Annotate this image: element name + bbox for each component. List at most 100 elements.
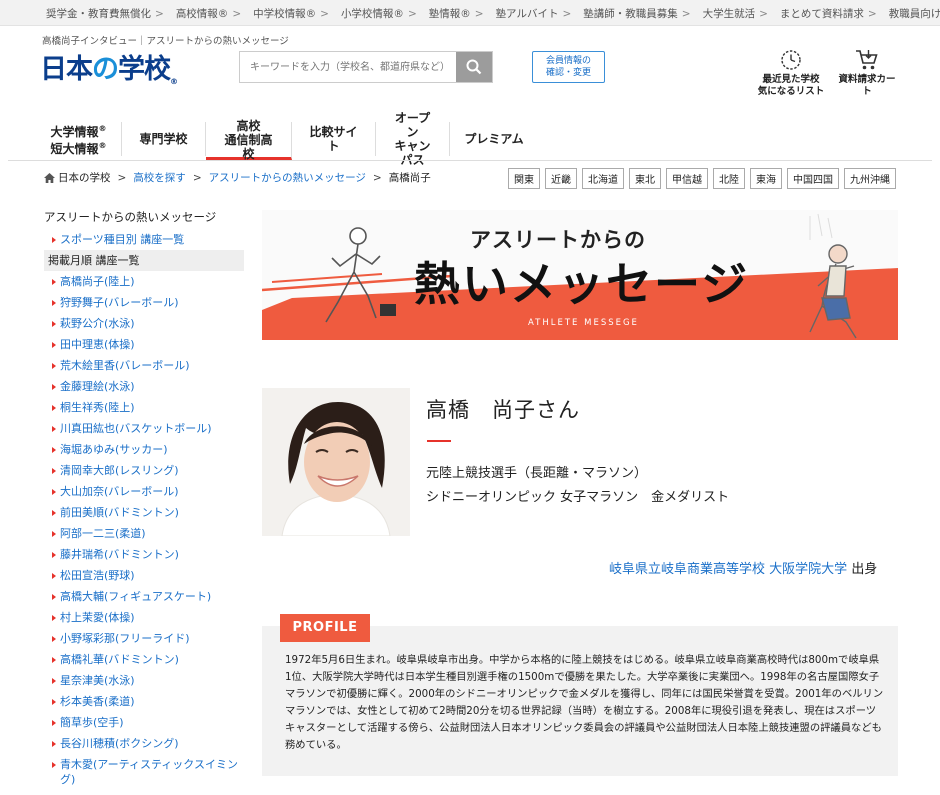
region-link[interactable]: 関東: [508, 168, 540, 189]
sidebar-item[interactable]: 清岡幸大郎(レスリング): [44, 460, 244, 481]
topnav-item-label: 中学校情報®: [253, 7, 317, 20]
school-link-gifu[interactable]: 岐阜県立岐阜商業高等学校: [609, 562, 765, 577]
nav-university[interactable]: 大学情報® 短大情報®: [36, 122, 122, 156]
chevron-right-icon: >: [681, 7, 691, 20]
logo-text-3: 学校: [118, 54, 171, 85]
sidebar-item[interactable]: 川真田紘也(バスケットボール): [44, 418, 244, 439]
breadcrumb-current: 高橋尚子: [388, 172, 431, 184]
nav-compare[interactable]: 比較サイト: [292, 122, 376, 156]
sidebar-item[interactable]: 狩野舞子(バレーボール): [44, 292, 244, 313]
search-box: [239, 51, 493, 83]
sidebar-item[interactable]: 簡草歩(空手): [44, 712, 244, 733]
recent-line-2: 気になるリスト: [757, 86, 825, 97]
banner-sub: ATHLETE MESSEGE: [528, 318, 639, 328]
region-link[interactable]: 甲信越: [666, 168, 708, 189]
sidebar-item[interactable]: 桐生祥秀(陸上): [44, 397, 244, 418]
sidebar-item[interactable]: 高橋大輔(フィギュアスケート): [44, 586, 244, 607]
member-line-1: 会員情報の: [545, 56, 591, 66]
recent-schools-link[interactable]: 最近見た学校 気になるリスト: [756, 49, 826, 98]
nav-premium[interactable]: プレミアム: [450, 122, 538, 156]
topnav-item[interactable]: 小学校情報® >: [341, 6, 417, 21]
sidebar-item[interactable]: 金藤理絵(水泳): [44, 376, 244, 397]
region-link[interactable]: 東北: [629, 168, 661, 189]
topnav-item[interactable]: 塾アルバイト >: [496, 6, 572, 21]
sidebar-item[interactable]: 小野塚彩那(フリーライド): [44, 628, 244, 649]
search-button[interactable]: [456, 52, 492, 82]
profile-text: 1972年5月6日生まれ。岐阜県岐阜市出身。中学から本格的に陸上競技をはじめる。…: [285, 654, 884, 751]
sidebar-item[interactable]: 高橋尚子(陸上): [44, 271, 244, 292]
sidebar-item[interactable]: 阿部一二三(柔道): [44, 523, 244, 544]
nav-opencampus[interactable]: オープン キャンパス: [376, 111, 450, 167]
nav-highschool-line1: 高校: [236, 118, 261, 133]
topnav-item[interactable]: 中学校情報® >: [253, 6, 329, 21]
topnav-item-label: 教職員向け: [888, 7, 940, 20]
hero-banner: アスリートからの 熱いメッセージ ATHLETE MESSEGE: [262, 210, 898, 340]
breadcrumb-home[interactable]: 日本の学校: [58, 170, 111, 185]
nav-vocational-label: 専門学校: [139, 132, 188, 146]
sidebar-item[interactable]: 高橋礼華(バドミントン): [44, 649, 244, 670]
breadcrumb-separator: >: [372, 171, 382, 184]
topnav-item[interactable]: 教職員向け>: [889, 6, 940, 21]
nav-university-mark-1: ®: [98, 124, 107, 133]
sidebar-item[interactable]: 杉本美香(柔道): [44, 691, 244, 712]
brochure-cart-link[interactable]: 資料請求カート: [834, 49, 900, 98]
top-navigation: 奨学金・教育費無償化 > 高校情報® > 中学校情報® > 小学校情報® > 塾情報® > 塾アルバ…: [0, 0, 940, 26]
region-link[interactable]: 東海: [750, 168, 782, 189]
breadcrumb-highschool[interactable]: 高校を探す: [133, 170, 186, 185]
nav-premium-label: プレミアム: [464, 132, 524, 146]
region-link[interactable]: 北海道: [582, 168, 624, 189]
banner-line2: 熱いメッセージ: [414, 257, 750, 311]
name-underline: [427, 440, 451, 442]
topnav-item[interactable]: まとめて資料請求 >: [780, 6, 877, 21]
sidebar-item[interactable]: 海堀あゆみ(サッカー): [44, 439, 244, 460]
region-link[interactable]: 北陸: [713, 168, 745, 189]
topnav-item[interactable]: 奨学金・教育費無償化 >: [46, 6, 164, 21]
chevron-right-icon: >: [474, 7, 484, 20]
logo-text-2: の: [92, 54, 119, 85]
nav-highschool[interactable]: 高校 通信制高校: [206, 118, 292, 161]
sidebar-item[interactable]: 村上茉愛(体操): [44, 607, 244, 628]
sidebar-item[interactable]: 松田宣浩(野球): [44, 565, 244, 586]
site-logo[interactable]: 日本の学校®: [40, 47, 178, 86]
sidebar-item[interactable]: 星奈津美(水泳): [44, 670, 244, 691]
topnav-item[interactable]: 高校情報® >: [176, 6, 241, 21]
nav-vocational[interactable]: 専門学校: [122, 122, 206, 156]
chevron-right-icon: >: [759, 7, 768, 20]
member-info-button[interactable]: 会員情報の 確認・変更: [532, 51, 605, 83]
region-link[interactable]: 近畿: [545, 168, 577, 189]
breadcrumb-athlete-message[interactable]: アスリートからの熱いメッセージ: [209, 170, 366, 185]
sidebar-item[interactable]: スポーツ種目別 講座一覧: [44, 229, 244, 250]
sidebar-item[interactable]: 前田美順(バドミントン): [44, 502, 244, 523]
sidebar-item[interactable]: 荒木絵里香(バレーボール): [44, 355, 244, 376]
alma-mater: 岐阜県立岐阜商業高等学校 大阪学院大学 出身: [609, 558, 877, 577]
sidebar-item[interactable]: 青木愛(アーティスティックスイミング): [44, 754, 244, 790]
sidebar-item[interactable]: 萩野公介(水泳): [44, 313, 244, 334]
search-input[interactable]: [240, 52, 456, 82]
breadcrumb-separator: >: [117, 171, 127, 184]
topnav-item-label: 塾情報®: [428, 7, 471, 20]
chevron-right-icon: >: [155, 7, 164, 20]
topnav-item[interactable]: 大学生就活 >: [703, 6, 768, 21]
logo-text-1: 日本: [40, 54, 93, 85]
page-tagline: 高橋尚子インタビュー｜アスリートからの熱いメッセージ: [42, 36, 289, 47]
sidebar-item[interactable]: 田中理恵(体操): [44, 334, 244, 355]
sidebar-item[interactable]: 掲載月順 講座一覧: [44, 250, 244, 271]
sidebar: アスリートからの熱いメッセージ スポーツ種目別 講座一覧 掲載月順 講座一覧 高橋尚…: [44, 209, 244, 790]
topnav-item[interactable]: 塾講師・教職員募集 >: [583, 6, 690, 21]
sidebar-item[interactable]: 藤井瑞希(バドミントン): [44, 544, 244, 565]
region-link[interactable]: 九州沖縄: [844, 168, 896, 189]
athlete-desc-1: 元陸上競技選手（長距離・マラソン）: [426, 466, 648, 481]
search-icon: [466, 59, 482, 75]
athlete-description: 元陸上競技選手（長距離・マラソン） シドニーオリンピック 女子マラソン 金メダリ…: [426, 462, 729, 510]
region-link[interactable]: 中国四国: [787, 168, 839, 189]
shoe-icon: [380, 304, 396, 316]
sidebar-item[interactable]: 大山加奈(バレーボール): [44, 481, 244, 502]
nav-compare-label: 比較サイト: [309, 125, 358, 153]
topnav-item-label: 奨学金・教育費無償化: [46, 7, 151, 20]
topnav-item-label: 小学校情報®: [340, 7, 404, 20]
breadcrumb-separator: >: [192, 171, 202, 184]
school-link-osaka-gakuin[interactable]: 大阪学院大学: [769, 562, 847, 577]
topnav-item[interactable]: 塾情報® >: [429, 6, 484, 21]
breadcrumb: 日本の学校 > 高校を探す > アスリートからの熱いメッセージ > 高橋尚子: [44, 170, 431, 185]
sidebar-item[interactable]: 長谷川穂積(ボクシング): [44, 733, 244, 754]
